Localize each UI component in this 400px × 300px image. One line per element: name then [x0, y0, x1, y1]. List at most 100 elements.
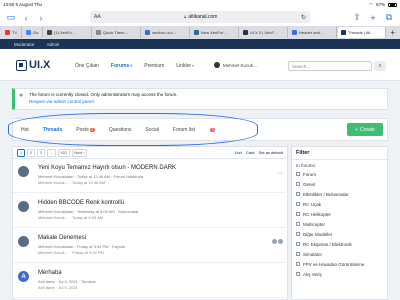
thread-title[interactable]: Hidden BBCODE Renk kontrollü	[38, 200, 124, 206]
filter-tab[interactable]: Posts 3	[76, 127, 95, 133]
nav-item[interactable]: Linkler▾	[176, 63, 194, 69]
thread-row[interactable]: Hidden BBCODE Renk kontrollü Mehmet Kucuk…	[13, 195, 289, 228]
sidebar-toggle-icon[interactable]: ▭	[5, 12, 17, 24]
tab-title: Quick Them…	[103, 30, 129, 35]
checkbox[interactable]	[296, 182, 300, 186]
checkbox[interactable]	[296, 262, 300, 266]
checkbox[interactable]	[296, 172, 300, 176]
filter-tab[interactable]: Questions	[109, 127, 132, 133]
browser-tab[interactable]: New XenFor…	[191, 27, 239, 38]
card-view-toggle[interactable]: Card	[246, 150, 255, 155]
browser-tab[interactable]: xenforo ui.x…	[142, 27, 190, 38]
thread-title[interactable]: Merhaba	[38, 270, 62, 276]
checkbox[interactable]	[296, 252, 300, 256]
set-default-button[interactable]: Set as default	[259, 150, 283, 155]
forum-filter-option[interactable]: Forum	[292, 169, 387, 179]
user-menu[interactable]: Mehmet Kucuk…	[214, 62, 258, 68]
filter-tab[interactable]: Social	[145, 127, 159, 133]
browser-tab[interactable]: (1) XenFo…	[44, 27, 92, 38]
forum-option-label: Multicopter	[303, 221, 326, 227]
filter-tab[interactable]: Threads	[43, 127, 62, 133]
checkbox[interactable]	[296, 272, 300, 276]
info-icon: ●	[19, 92, 24, 99]
page-link[interactable]: 1	[17, 148, 25, 157]
thread-row[interactable]: A Merhaba Anil dane · Jul 9, 2021 · Tanıtm…	[13, 265, 289, 298]
forum-option-label: RC Ekipman / Elektronik	[303, 241, 352, 247]
add-tab-icon[interactable]: +	[387, 28, 398, 37]
tab-title: xenforo ui.x…	[152, 30, 177, 35]
forum-filter-option[interactable]: Multicopter	[292, 219, 387, 229]
browser-tab[interactable]: TV	[2, 27, 22, 38]
forum-filter-option[interactable]: FPV ve Havadan Görüntüleme	[292, 259, 387, 269]
checkbox[interactable]	[296, 212, 300, 216]
chevron-down-icon[interactable]: ▾	[192, 63, 194, 68]
forum-filter-option[interactable]: Diğer Modeller	[292, 229, 387, 239]
checkbox[interactable]	[296, 202, 300, 206]
site-logo[interactable]: UI.X	[16, 59, 50, 71]
browser-tab[interactable]: Header and…	[289, 27, 337, 38]
browser-tab[interactable]: Go	[23, 27, 43, 38]
nav-item[interactable]: Premium	[144, 63, 164, 69]
reload-icon[interactable]: ↻	[301, 14, 306, 21]
staff-admin-link[interactable]: Admin	[47, 42, 60, 47]
forum-option-label: FPV ve Havadan Görüntüleme	[303, 261, 365, 267]
browser-tab[interactable]: UI.X 2 | XenF…	[240, 27, 288, 38]
checkbox[interactable]	[296, 192, 300, 196]
nav-item[interactable]: Forums▾	[111, 63, 132, 69]
thread-row[interactable]: Makale Denemesi Mehmet Kucukkaan · Friday…	[13, 230, 289, 263]
tab-favicon-icon	[194, 30, 199, 35]
filter-tab-label: Social	[145, 126, 160, 133]
forum-filter-option[interactable]: RC Uçak	[292, 199, 387, 209]
nav-item[interactable]: Öne Çıkan	[75, 63, 99, 69]
page-link[interactable]: 922	[58, 148, 70, 157]
list-view-toggle[interactable]: List	[235, 150, 242, 155]
new-tab-icon[interactable]: +	[367, 12, 379, 24]
forward-icon[interactable]: ›	[35, 12, 47, 24]
next-page-button[interactable]: Next ›	[71, 148, 88, 157]
filter-tab[interactable]: Forum list	[173, 127, 195, 133]
address-bar[interactable]: AA 🔒︎ altikanal.com ↻	[90, 11, 310, 23]
thread-last-post: Mehmet Kucuk… · Today at 12:46 AM	[38, 180, 106, 185]
author-avatar[interactable]	[18, 201, 29, 212]
forum-option-label: Simulator	[303, 251, 323, 257]
tab-favicon-icon	[96, 30, 101, 35]
page-link[interactable]: 3	[37, 148, 45, 157]
forum-filter-option[interactable]: Alış Veriş	[292, 269, 387, 279]
page-link[interactable]: …	[47, 148, 56, 157]
reader-aa-button[interactable]: AA	[94, 14, 101, 20]
thread-row[interactable]: Yeni Koyu Temamız Hayırlı olsun - MODERN…	[13, 160, 289, 193]
tab-favicon-icon	[145, 30, 150, 35]
tabs-overview-icon[interactable]: ⧉	[383, 12, 395, 24]
toolbar-right: ⇪ + ⧉	[351, 12, 395, 24]
reopen-link[interactable]: Reopen via admin control panel	[29, 99, 379, 104]
thread-title[interactable]: Yeni Koyu Temamız Hayırlı olsun - MODERN…	[38, 165, 176, 171]
page-link[interactable]: 2	[27, 148, 35, 157]
create-button[interactable]: + Create	[347, 123, 383, 136]
browser-tab[interactable]: Threads | Alt…	[338, 27, 386, 38]
filter-tab[interactable]: Hot	[21, 127, 29, 133]
search-input[interactable]: Search…	[288, 61, 372, 71]
author-avatar[interactable]	[18, 236, 29, 247]
search-icon[interactable]: ⌕	[374, 61, 386, 71]
forum-filter-option[interactable]: RC Helikopter	[292, 209, 387, 219]
tab-favicon-icon	[5, 30, 10, 35]
author-avatar[interactable]: A	[18, 271, 29, 282]
browser-tab[interactable]: Quick Them…	[93, 27, 141, 38]
checkbox[interactable]	[296, 242, 300, 246]
back-icon[interactable]: ‹	[20, 12, 32, 24]
thread-title[interactable]: Makale Denemesi	[38, 235, 86, 241]
tab-favicon-icon	[341, 30, 346, 35]
chevron-down-icon[interactable]: ▾	[130, 63, 132, 68]
share-icon[interactable]: ⇪	[351, 12, 363, 24]
thread-meta: Anil dane · Jul 9, 2021 · Tanıtma	[38, 279, 96, 284]
checkbox[interactable]	[296, 222, 300, 226]
checkbox[interactable]	[296, 232, 300, 236]
author-avatar[interactable]	[18, 166, 29, 177]
forum-filter-option[interactable]: Genel	[292, 179, 387, 189]
forum-filter-option[interactable]: Etkinlikler / Bulusmalar	[292, 189, 387, 199]
more-icon[interactable]: ⋯	[277, 170, 283, 177]
filter-tab[interactable]: 3	[209, 127, 216, 133]
forum-filter-option[interactable]: RC Ekipman / Elektronik	[292, 239, 387, 249]
staff-moderator-link[interactable]: Moderator	[14, 42, 35, 47]
forum-filter-option[interactable]: Simulator	[292, 249, 387, 259]
